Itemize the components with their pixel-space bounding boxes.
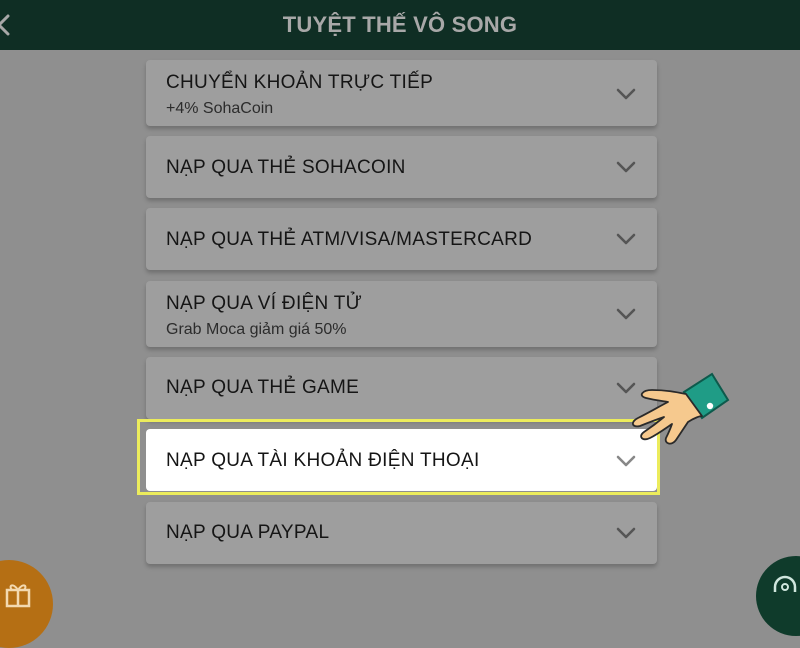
- headset-icon: [773, 575, 797, 592]
- chevron-down-icon: [616, 161, 636, 173]
- method-bank-transfer[interactable]: CHUYỂN KHOẢN TRỰC TIẾP +4% SohaCoin: [146, 60, 657, 126]
- method-game-card[interactable]: NẠP QUA THẺ GAME: [146, 357, 657, 419]
- method-label: NẠP QUA VÍ ĐIỆN TỬ: [166, 293, 363, 314]
- method-subtitle: Grab Moca giảm giá 50%: [166, 321, 347, 338]
- chevron-down-icon: [616, 88, 636, 100]
- method-label: CHUYỂN KHOẢN TRỰC TIẾP: [166, 72, 434, 93]
- chevron-down-icon: [616, 455, 636, 467]
- method-phone-account[interactable]: NẠP QUA TÀI KHOẢN ĐIỆN THOẠI: [146, 429, 657, 491]
- payment-method-list: CHUYỂN KHOẢN TRỰC TIẾP +4% SohaCoin NẠP …: [0, 0, 800, 600]
- chevron-down-icon: [616, 308, 636, 320]
- method-label: NẠP QUA THẺ SOHACOIN: [166, 157, 406, 178]
- method-subtitle: +4% SohaCoin: [166, 100, 274, 117]
- method-e-wallet[interactable]: NẠP QUA VÍ ĐIỆN TỬ Grab Moca giảm giá 50…: [146, 281, 657, 347]
- gift-icon: [5, 584, 31, 608]
- method-label: NẠP QUA THẺ ATM/VISA/MASTERCARD: [166, 229, 533, 250]
- method-label: NẠP QUA TÀI KHOẢN ĐIỆN THOẠI: [166, 450, 480, 471]
- method-sohacoin-card[interactable]: NẠP QUA THẺ SOHACOIN: [146, 136, 657, 198]
- chevron-down-icon: [616, 527, 636, 539]
- method-atm-visa-mastercard[interactable]: NẠP QUA THẺ ATM/VISA/MASTERCARD: [146, 208, 657, 270]
- method-label: NẠP QUA PAYPAL: [166, 522, 330, 543]
- method-paypal[interactable]: NẠP QUA PAYPAL: [146, 502, 657, 564]
- chevron-down-icon: [616, 233, 636, 245]
- pointing-hand-icon: [632, 372, 730, 445]
- method-label: NẠP QUA THẺ GAME: [166, 377, 360, 398]
